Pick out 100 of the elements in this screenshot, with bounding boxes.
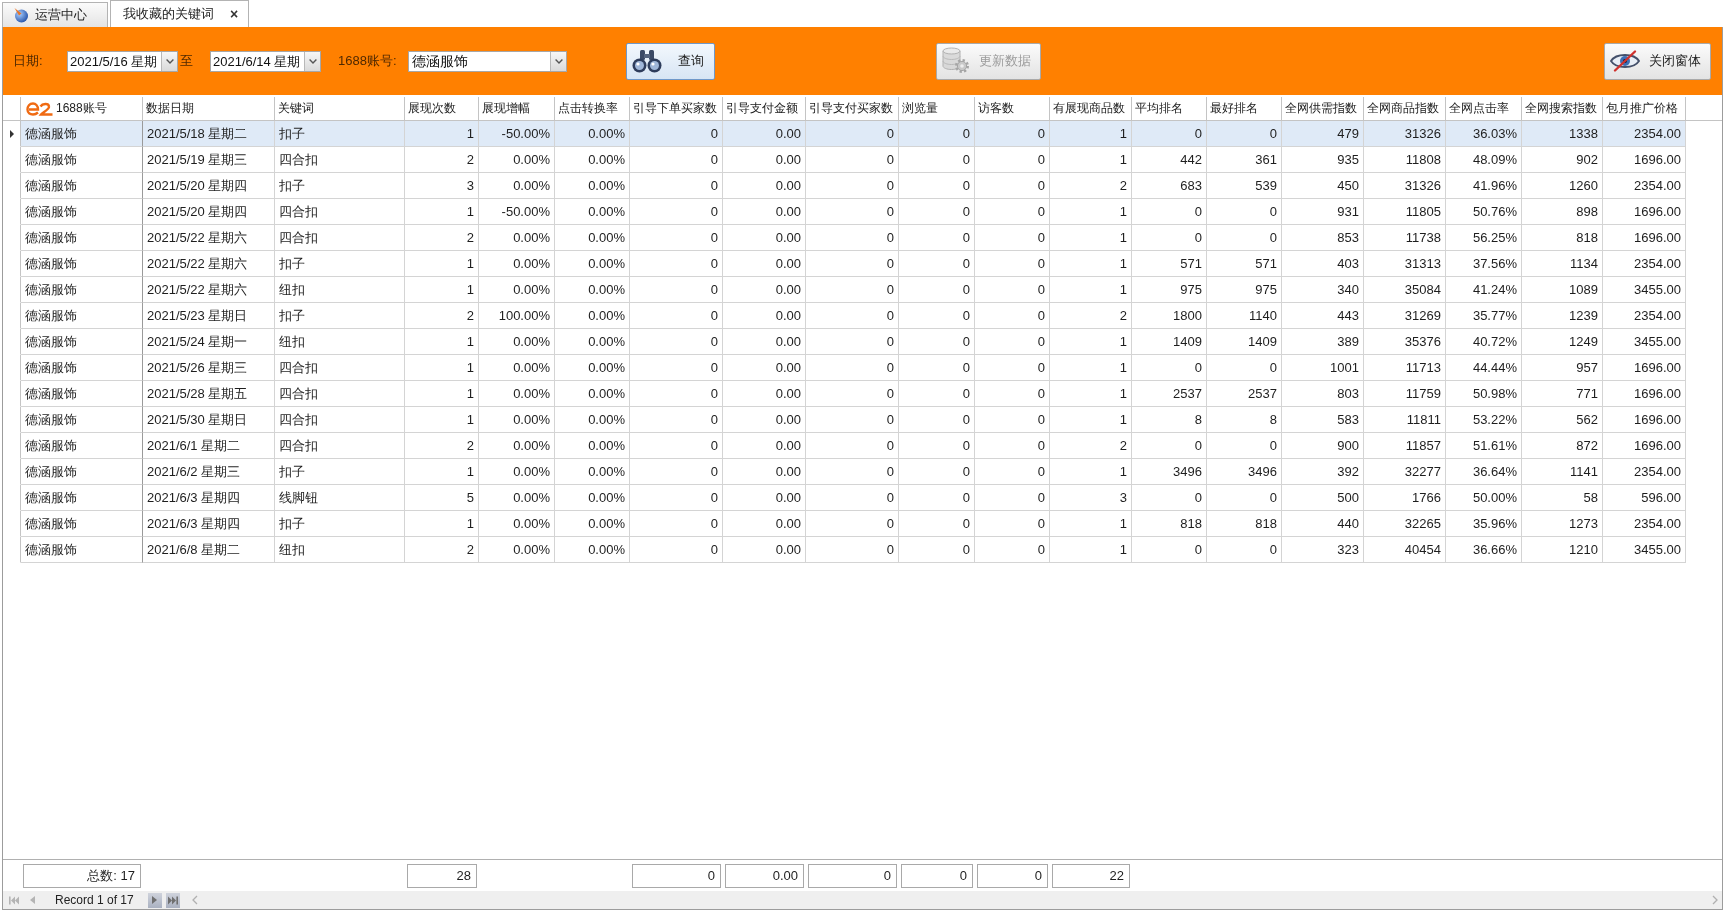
table-cell: 0 <box>899 251 975 277</box>
tab[interactable]: 我收藏的关键词 × <box>110 0 250 27</box>
column-header[interactable]: 展现增幅 <box>479 97 555 120</box>
last-record-button[interactable] <box>165 892 180 908</box>
column-header[interactable]: 数据日期 <box>143 97 275 120</box>
table-cell: 德涵服饰 <box>21 225 143 251</box>
table-cell: 0 <box>806 329 899 355</box>
column-header[interactable]: 1688账号 <box>21 97 143 120</box>
table-cell: 56.25% <box>1446 225 1522 251</box>
column-header[interactable]: 访客数 <box>975 97 1050 120</box>
table-cell: 2354.00 <box>1603 459 1686 485</box>
skip-first-icon <box>9 895 19 905</box>
table-row[interactable]: 德涵服饰 2021/6/3 星期四 扣子 1 0.00% 0.00% 0 0.00 0 0 0 1 818 818 440 32265 35.96% 1273 2354.00 <box>3 511 1686 537</box>
chevron-left-icon[interactable] <box>191 895 198 905</box>
column-header[interactable]: 全网商品指数 <box>1364 97 1446 120</box>
table-cell: 11713 <box>1364 355 1446 381</box>
table-row[interactable]: 德涵服饰 2021/5/22 星期六 纽扣 1 0.00% 0.00% 0 0.00 0 0 0 1 975 975 340 35084 41.24% 1089 3455.00 <box>3 277 1686 303</box>
summary-total: 22 <box>1052 863 1130 888</box>
table-row[interactable]: 德涵服饰 2021/5/26 星期三 四合扣 1 0.00% 0.00% 0 0.00 0 0 0 1 0 0 1001 11713 44.44% 957 1696.00 <box>3 355 1686 381</box>
table-cell: 562 <box>1522 407 1603 433</box>
table-cell: 5 <box>405 485 479 511</box>
table-cell: 0 <box>1132 355 1207 381</box>
table-cell: 1141 <box>1522 459 1603 485</box>
table-row[interactable]: 德涵服饰 2021/5/30 星期日 四合扣 1 0.00% 0.00% 0 0.00 0 0 0 1 8 8 583 11811 53.22% 562 1696.00 <box>3 407 1686 433</box>
table-row[interactable]: 德涵服饰 2021/5/18 星期二 扣子 1 -50.00% 0.00% 0 0.00 0 0 0 1 0 0 479 31326 36.03% 1338 2354.00 <box>3 121 1686 147</box>
table-cell: 0.00 <box>723 173 806 199</box>
table-row[interactable]: 德涵服饰 2021/5/23 星期日 扣子 2 100.00% 0.00% 0 0.00 0 0 0 2 1800 1140 443 31269 35.77% 1239 2354.00 <box>3 303 1686 329</box>
table-cell: 2021/5/19 星期三 <box>143 147 275 173</box>
column-header[interactable]: 有展现商品数 <box>1050 97 1132 120</box>
dropdown-button[interactable] <box>304 51 320 71</box>
table-cell: 0.00% <box>479 355 555 381</box>
dropdown-button[interactable] <box>550 51 566 71</box>
table-cell: 0.00% <box>479 433 555 459</box>
table-row[interactable]: 德涵服饰 2021/6/2 星期三 扣子 1 0.00% 0.00% 0 0.00 0 0 0 1 3496 3496 392 32277 36.64% 1141 2354.00 <box>3 459 1686 485</box>
date-picker[interactable]: 2021/6/14 星期 <box>210 50 321 72</box>
table-cell: 2 <box>1050 303 1132 329</box>
table-cell: 0.00% <box>479 381 555 407</box>
table-row[interactable]: 德涵服饰 2021/6/8 星期二 纽扣 2 0.00% 0.00% 0 0.00 0 0 0 1 0 0 323 40454 36.66% 1210 3455.00 <box>3 537 1686 563</box>
table-cell: 0 <box>899 225 975 251</box>
table-row[interactable]: 德涵服饰 2021/5/20 星期四 扣子 3 0.00% 0.00% 0 0.00 0 0 0 2 683 539 450 31326 41.96% 1260 2354.00 <box>3 173 1686 199</box>
table-row[interactable]: 德涵服饰 2021/5/22 星期六 四合扣 2 0.00% 0.00% 0 0.00 0 0 0 1 0 0 853 11738 56.25% 818 1696.00 <box>3 225 1686 251</box>
dropdown-button[interactable] <box>161 51 177 71</box>
table-cell: 1 <box>405 407 479 433</box>
table-cell: 1 <box>1050 537 1132 563</box>
next-record-button[interactable] <box>147 892 162 908</box>
table-row[interactable]: 德涵服饰 2021/5/24 星期一 纽扣 1 0.00% 0.00% 0 0.00 0 0 0 1 1409 1409 389 35376 40.72% 1249 3455.00 <box>3 329 1686 355</box>
table-row[interactable]: 德涵服饰 2021/5/22 星期六 扣子 1 0.00% 0.00% 0 0.00 0 0 0 1 571 571 403 31313 37.56% 1134 2354.00 <box>3 251 1686 277</box>
table-cell: 德涵服饰 <box>21 355 143 381</box>
table-cell: 0 <box>806 173 899 199</box>
table-cell: 德涵服饰 <box>21 381 143 407</box>
column-header[interactable]: 全网点击率 <box>1446 97 1522 120</box>
column-header[interactable]: 浏览量 <box>899 97 975 120</box>
table-row[interactable]: 德涵服饰 2021/6/1 星期二 四合扣 2 0.00% 0.00% 0 0.00 0 0 0 2 0 0 900 11857 51.61% 872 1696.00 <box>3 433 1686 459</box>
table-cell: 2 <box>405 303 479 329</box>
table-cell: 0 <box>1132 433 1207 459</box>
table-row[interactable]: 德涵服饰 2021/5/20 星期四 四合扣 1 -50.00% 0.00% 0 0.00 0 0 0 1 0 0 931 11805 50.76% 898 1696.00 <box>3 199 1686 225</box>
query-button[interactable]: 查询 <box>626 42 715 80</box>
table-cell: 扣子 <box>275 251 405 277</box>
table-cell: 0.00% <box>555 303 630 329</box>
column-header[interactable]: 点击转换率 <box>555 97 630 120</box>
table-cell: 德涵服饰 <box>21 173 143 199</box>
column-header[interactable]: 引导下单买家数 <box>630 97 723 120</box>
table-cell: 0 <box>975 329 1050 355</box>
table-row[interactable]: 德涵服饰 2021/5/28 星期五 四合扣 1 0.00% 0.00% 0 0.00 0 0 0 1 2537 2537 803 11759 50.98% 771 1696.00 <box>3 381 1686 407</box>
eye-slash-icon <box>1609 49 1641 73</box>
table-cell: 德涵服饰 <box>21 303 143 329</box>
column-header[interactable]: 平均排名 <box>1132 97 1207 120</box>
record-counter: Record 1 of 17 <box>55 893 134 907</box>
column-header[interactable]: 展现次数 <box>405 97 479 120</box>
chevron-down-icon <box>554 58 563 64</box>
table-cell: 1 <box>1050 511 1132 537</box>
chevron-down-icon <box>308 58 317 64</box>
tab[interactable]: 运营中心 <box>2 2 108 27</box>
table-row[interactable]: 德涵服饰 2021/6/3 星期四 线脚钮 5 0.00% 0.00% 0 0.00 0 0 0 3 0 0 500 1766 50.00% 58 596.00 <box>3 485 1686 511</box>
table-cell: 50.98% <box>1446 381 1522 407</box>
table-cell: 1696.00 <box>1603 225 1686 251</box>
table-cell: 德涵服饰 <box>21 199 143 225</box>
column-header[interactable]: 引导支付买家数 <box>806 97 899 120</box>
table-cell: 1 <box>1050 199 1132 225</box>
table-cell: 德涵服饰 <box>21 407 143 433</box>
table-cell: 四合扣 <box>275 355 405 381</box>
account-dropdown[interactable]: 德涵服饰 <box>408 50 567 72</box>
summary-total: 28 <box>407 863 477 888</box>
column-header[interactable]: 引导支付金额 <box>723 97 806 120</box>
chevron-right-icon[interactable] <box>1712 895 1718 905</box>
date-picker[interactable]: 2021/5/16 星期 <box>67 50 178 72</box>
table-cell: 1 <box>1050 225 1132 251</box>
table-cell: 0 <box>899 381 975 407</box>
table-cell: 571 <box>1132 251 1207 277</box>
close-button[interactable]: × <box>230 7 239 21</box>
close-window-button[interactable]: 关闭窗体 <box>1604 42 1711 80</box>
column-header[interactable]: 最好排名 <box>1207 97 1282 120</box>
column-header[interactable]: 包月推广价格 <box>1603 97 1686 120</box>
column-header[interactable]: 关键词 <box>275 97 405 120</box>
table-cell: 德涵服饰 <box>21 329 143 355</box>
table-cell: 0 <box>630 225 723 251</box>
table-cell: 0.00% <box>555 511 630 537</box>
column-header[interactable]: 全网供需指数 <box>1282 97 1364 120</box>
table-row[interactable]: 德涵服饰 2021/5/19 星期三 四合扣 2 0.00% 0.00% 0 0.00 0 0 0 1 442 361 935 11808 48.09% 902 1696.00 <box>3 147 1686 173</box>
column-header[interactable]: 全网搜索指数 <box>1522 97 1603 120</box>
